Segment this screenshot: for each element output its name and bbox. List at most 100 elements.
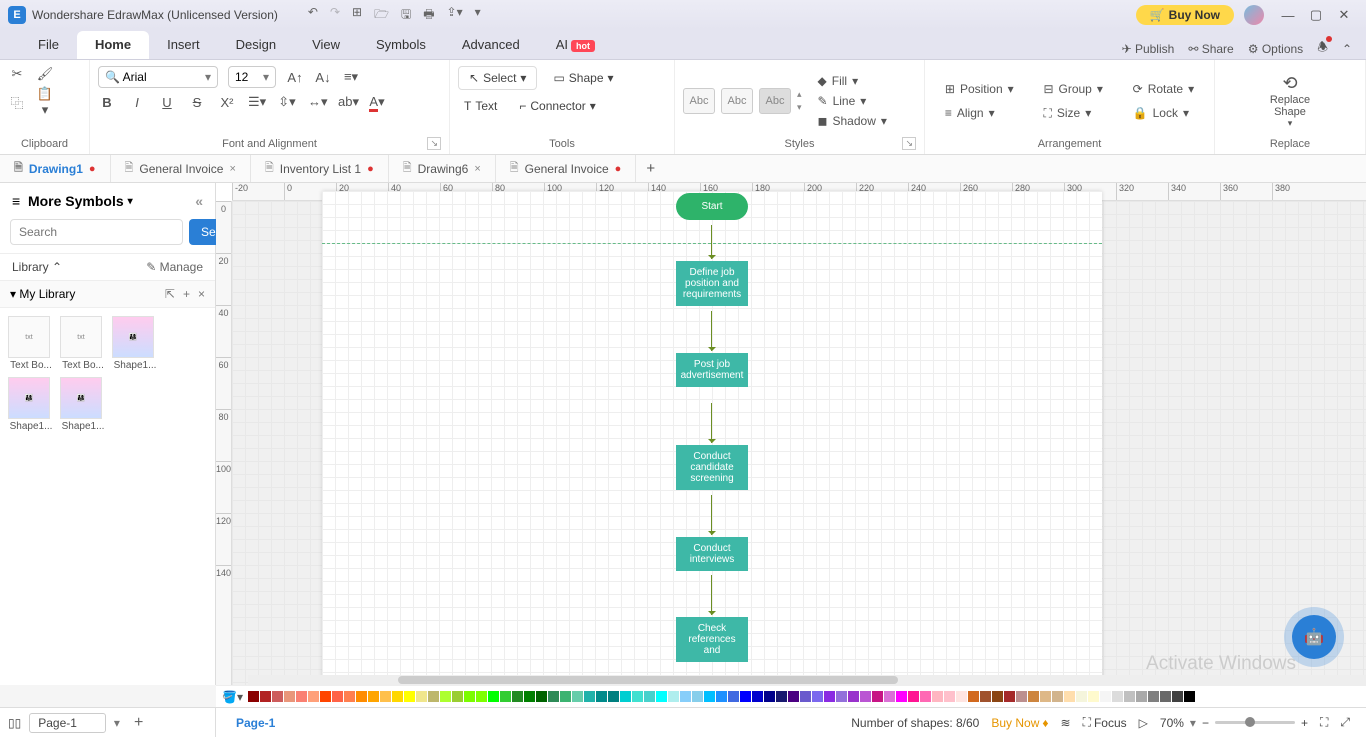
size-button[interactable]: ⛶ Size▾	[1039, 104, 1106, 123]
color-swatch[interactable]	[404, 691, 415, 702]
color-swatch[interactable]	[356, 691, 367, 702]
spacing-icon[interactable]: ↔▾	[308, 94, 326, 110]
color-swatch[interactable]	[896, 691, 907, 702]
tab-design[interactable]: Design	[218, 31, 294, 59]
color-swatch[interactable]	[800, 691, 811, 702]
color-swatch[interactable]	[548, 691, 559, 702]
collapse-panel-icon[interactable]: «	[195, 193, 203, 209]
style-preset-3[interactable]: Abc	[759, 88, 791, 114]
buy-now-button[interactable]: 🛒 Buy Now	[1136, 5, 1234, 25]
focus-button[interactable]: ⛶ Focus	[1083, 715, 1127, 730]
color-swatch[interactable]	[536, 691, 547, 702]
italic-icon[interactable]: I	[128, 95, 146, 110]
minimize-button[interactable]: —	[1274, 8, 1302, 23]
color-swatch[interactable]	[860, 691, 871, 702]
color-swatch[interactable]	[1172, 691, 1183, 702]
align-dropdown-icon[interactable]: ≡▾	[342, 69, 360, 85]
color-swatch[interactable]	[788, 691, 799, 702]
cut-icon[interactable]: ✂	[8, 66, 26, 82]
color-swatch[interactable]	[1148, 691, 1159, 702]
color-swatch[interactable]	[560, 691, 571, 702]
publish-button[interactable]: ✈ Publish	[1122, 42, 1175, 56]
line-spacing-icon[interactable]: ⇳▾	[278, 94, 296, 110]
replace-shape-button[interactable]: ⟲ Replace Shape ▾	[1270, 73, 1310, 129]
shape-item[interactable]: txtText Bo...	[8, 316, 54, 371]
color-swatch[interactable]	[740, 691, 751, 702]
flow-arrow-2[interactable]	[711, 311, 712, 351]
color-swatch[interactable]	[416, 691, 427, 702]
styles-up-icon[interactable]: ▴	[797, 89, 802, 100]
color-swatch[interactable]	[524, 691, 535, 702]
paste-icon[interactable]: 📋▾	[36, 86, 54, 118]
color-swatch[interactable]	[980, 691, 991, 702]
horizontal-scrollbar[interactable]	[248, 675, 1366, 685]
format-painter-icon[interactable]: 🖌	[36, 66, 54, 82]
doc-tab[interactable]: 🗎Drawing6×	[389, 155, 496, 182]
lib-close-icon[interactable]: ×	[198, 287, 205, 301]
color-swatch[interactable]	[668, 691, 679, 702]
color-swatch[interactable]	[992, 691, 1003, 702]
color-swatch[interactable]	[332, 691, 343, 702]
font-size-select[interactable]: 12▾	[228, 66, 276, 88]
color-swatch[interactable]	[848, 691, 859, 702]
save-icon[interactable]: 🖫	[401, 5, 411, 26]
flow-node-5[interactable]: Check references and	[676, 617, 748, 662]
style-preset-2[interactable]: Abc	[721, 88, 753, 114]
notifications-icon[interactable]: 🕭	[1317, 38, 1328, 59]
color-swatch[interactable]	[1016, 691, 1027, 702]
color-swatch[interactable]	[728, 691, 739, 702]
open-icon[interactable]: 🗁	[374, 5, 389, 26]
color-swatch[interactable]	[596, 691, 607, 702]
color-swatch[interactable]	[764, 691, 775, 702]
options-button[interactable]: ⚙ Options	[1248, 42, 1303, 56]
color-swatch[interactable]	[1088, 691, 1099, 702]
play-icon[interactable]: ▷	[1139, 716, 1148, 730]
color-swatch[interactable]	[632, 691, 643, 702]
superscript-icon[interactable]: X²	[218, 95, 236, 110]
color-swatch[interactable]	[1124, 691, 1135, 702]
select-tool[interactable]: ↖ Select ▾	[458, 66, 537, 90]
color-swatch[interactable]	[692, 691, 703, 702]
page-tab-active[interactable]: Page-1	[226, 716, 285, 730]
color-swatch[interactable]	[908, 691, 919, 702]
color-swatch[interactable]	[1112, 691, 1123, 702]
page-selector[interactable]: Page-1	[29, 713, 106, 733]
maximize-button[interactable]: ▢	[1302, 7, 1330, 23]
bold-icon[interactable]: B	[98, 95, 116, 110]
color-swatch[interactable]	[1064, 691, 1075, 702]
fill-bucket-icon[interactable]: 🪣▾	[222, 690, 243, 704]
color-swatch[interactable]	[932, 691, 943, 702]
status-buy-now[interactable]: Buy Now ♦	[991, 716, 1048, 730]
doc-tab[interactable]: 🗎Inventory List 1●	[251, 155, 389, 182]
highlight-icon[interactable]: ab▾	[338, 94, 356, 110]
text-tool[interactable]: T Text	[458, 96, 503, 116]
color-swatch[interactable]	[260, 691, 271, 702]
color-swatch[interactable]	[836, 691, 847, 702]
color-swatch[interactable]	[1004, 691, 1015, 702]
fullscreen-icon[interactable]: ⤢	[1340, 715, 1350, 730]
color-swatch[interactable]	[1040, 691, 1051, 702]
close-tab-icon[interactable]: ×	[229, 163, 235, 175]
close-tab-icon[interactable]: ×	[474, 163, 480, 175]
color-swatch[interactable]	[824, 691, 835, 702]
canvas[interactable]: Start Define job position and requiremen…	[232, 201, 1366, 685]
font-family-select[interactable]: 🔍 Arial▾	[98, 66, 218, 88]
fit-page-icon[interactable]: ⛶	[1320, 715, 1328, 730]
color-swatch[interactable]	[920, 691, 931, 702]
shape-item[interactable]: 👨‍👩‍👧Shape1...	[8, 377, 54, 432]
flow-node-start[interactable]: Start	[676, 193, 748, 220]
color-swatch[interactable]	[392, 691, 403, 702]
color-swatch[interactable]	[644, 691, 655, 702]
color-swatch[interactable]	[272, 691, 283, 702]
redo-icon[interactable]: ↷	[330, 5, 340, 26]
color-swatch[interactable]	[380, 691, 391, 702]
styles-launcher-icon[interactable]: ↘	[902, 137, 916, 150]
style-preset-1[interactable]: Abc	[683, 88, 715, 114]
new-icon[interactable]: ⊞	[352, 5, 362, 26]
color-swatch[interactable]	[320, 691, 331, 702]
print-icon[interactable]: 🖶	[423, 5, 434, 26]
qat-more-icon[interactable]: ▾	[475, 5, 481, 26]
color-swatch[interactable]	[452, 691, 463, 702]
export-icon[interactable]: ⇪▾	[447, 5, 463, 26]
color-swatch[interactable]	[488, 691, 499, 702]
